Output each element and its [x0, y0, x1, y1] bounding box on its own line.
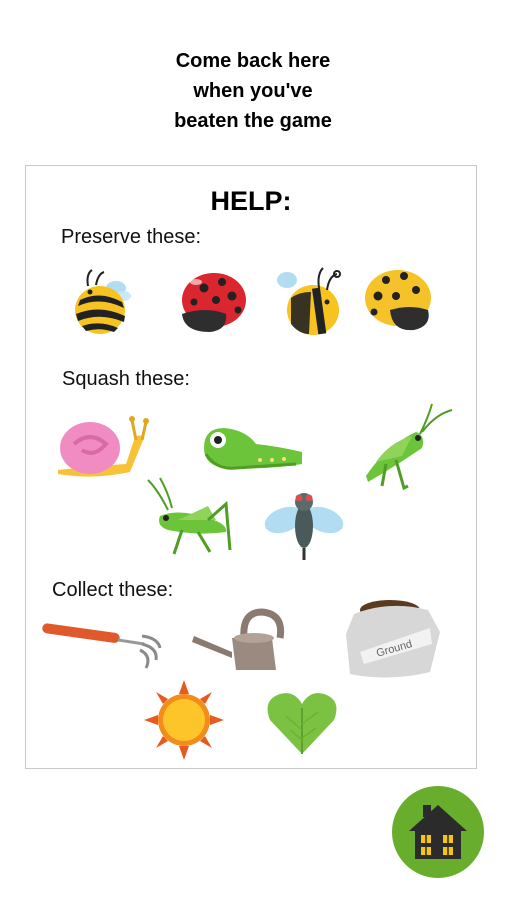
collect-label: Collect these:	[52, 579, 174, 601]
intro-line-1: Come back here	[175, 50, 331, 72]
intro-line-3: beaten the game	[174, 110, 332, 132]
home-button[interactable]	[392, 786, 484, 878]
sun-icon	[144, 680, 224, 760]
squash-label: Squash these:	[62, 368, 190, 390]
preserve-label: Preserve these:	[61, 226, 202, 248]
grasshopper-icon	[356, 402, 456, 492]
help-panel: HELP: Preserve these: Squash these: Coll…	[25, 165, 477, 769]
caterpillar-icon	[196, 418, 306, 478]
help-title: HELP:	[210, 186, 292, 216]
soil-bag-icon: Ground	[344, 598, 442, 682]
leaf-heart-icon	[266, 690, 338, 756]
intro-line-2: when you've	[193, 80, 313, 102]
fly-icon	[264, 486, 344, 564]
watering-can-icon	[192, 608, 292, 674]
yellow-ladybug-icon	[362, 266, 434, 334]
ladybug-icon	[176, 268, 248, 334]
snail-icon	[54, 414, 150, 486]
intro-message: Come back here when you've beaten the ga…	[0, 46, 506, 136]
hand-rake-icon	[40, 622, 166, 672]
house-icon	[409, 805, 467, 859]
grasshopper-icon	[138, 476, 232, 558]
bee-icon	[269, 262, 343, 340]
bee-icon	[68, 264, 140, 338]
